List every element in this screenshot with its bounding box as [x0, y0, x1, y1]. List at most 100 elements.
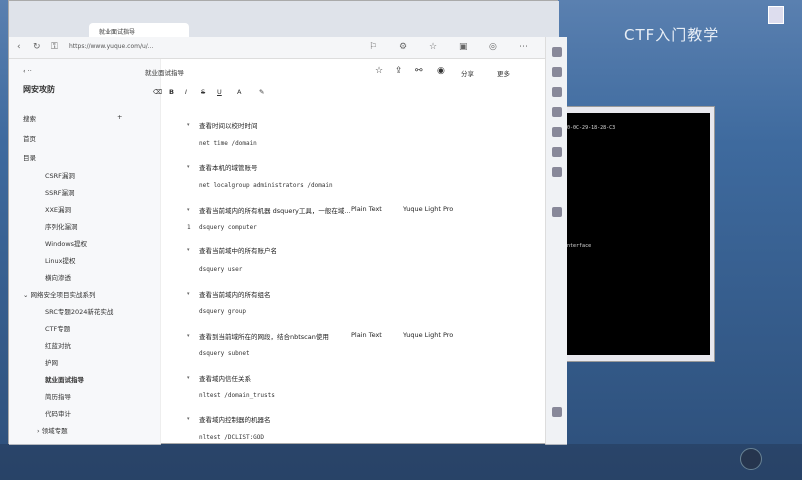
collapse-icon[interactable]: ▾	[187, 207, 190, 213]
sidebar-item[interactable]: Windows提权	[45, 238, 87, 248]
code-block[interactable]: nltest /domain_trusts	[199, 392, 275, 399]
sidebar-item[interactable]: CSRF漏洞	[45, 170, 75, 180]
cmd-console: 00-0C-29-18-28-C3 Interface	[562, 113, 710, 355]
font-color-button[interactable]: A	[237, 88, 241, 96]
code-block[interactable]: nltest /DCLIST:GOD	[199, 434, 264, 441]
add-icon[interactable]	[552, 207, 562, 217]
desktop-file-icon[interactable]	[768, 6, 784, 24]
extension-icon[interactable]: ⚙	[399, 42, 407, 52]
collapse-icon[interactable]: ▾	[187, 333, 190, 339]
theme-select[interactable]: Yuque Light Pro	[403, 205, 453, 213]
back-icon[interactable]: ‹	[17, 42, 21, 52]
sidebar-item-dir[interactable]: 目录	[23, 152, 36, 162]
code-block[interactable]: dsquery group	[199, 308, 246, 315]
collapse-icon[interactable]: ▾	[187, 291, 190, 297]
translate-icon[interactable]: ⚐	[369, 42, 377, 52]
section-heading: 查看本机的域管账号	[199, 164, 258, 172]
collapse-icon[interactable]: ▾	[187, 416, 190, 422]
code-block[interactable]: dsquery computer	[199, 224, 257, 231]
sidebar-item[interactable]: 横向渗透	[45, 272, 71, 282]
sidebar-item[interactable]: Linux提权	[45, 255, 76, 265]
section-heading: 查看域内信任关系	[199, 375, 251, 383]
section-heading: 查看当前域中的所有账户名	[199, 247, 277, 255]
more-button[interactable]: 更多	[497, 68, 510, 78]
url-input[interactable]: https://www.yuque.com/u/...	[69, 43, 349, 55]
outlook-icon[interactable]	[552, 167, 562, 177]
code-block[interactable]: dsquery user	[199, 266, 242, 273]
sidebar-item[interactable]: XXE漏洞	[45, 204, 71, 214]
cmd-window[interactable]: 00-0C-29-18-28-C3 Interface	[555, 106, 715, 362]
office-icon[interactable]	[552, 147, 562, 157]
undo-icon[interactable]: ⌫	[153, 88, 162, 96]
sidebar-group[interactable]: ⌄ 网络安全项目实战系列	[23, 289, 96, 299]
code-block[interactable]: net time /domain	[199, 140, 257, 147]
line-number: 1	[187, 224, 191, 231]
browser-window: 就业面试指导 ‹ ↻ ⚿ https://www.yuque.com/u/...…	[8, 0, 567, 445]
lang-select[interactable]: Plain Text	[351, 331, 382, 339]
sidebar-item-label: 领域专题	[41, 427, 68, 435]
back-icon[interactable]: ‹ ··	[23, 67, 32, 75]
share-icon[interactable]: ⇪	[395, 66, 403, 76]
theme-select[interactable]: Yuque Light Pro	[403, 331, 453, 339]
breadcrumb[interactable]: 就业面试指导	[145, 67, 184, 77]
collapse-icon[interactable]: ▾	[187, 375, 190, 381]
copilot-icon[interactable]	[552, 47, 562, 57]
search-icon[interactable]	[552, 67, 562, 77]
sidebar-item[interactable]: CTF专题	[45, 323, 70, 333]
tab-title: 就业面试指导	[99, 29, 136, 36]
code-block[interactable]: net localgroup administrators /domain	[199, 182, 333, 189]
editor-toolbar: ⌫ B I S U A ✎	[153, 81, 559, 101]
briefcase-icon[interactable]	[552, 107, 562, 117]
section-heading: 查看时间以校时时间	[199, 122, 258, 130]
section-heading: 查看当前域内的所有机器 dsquery工具，一般在域...	[199, 207, 351, 215]
collections-icon[interactable]: ▣	[459, 42, 468, 52]
sidebar-item[interactable]: 序列化漏洞	[45, 221, 78, 231]
taskbar	[0, 444, 802, 480]
workspace-title[interactable]: 网安攻防	[23, 84, 55, 95]
favorite-icon[interactable]: ☆	[429, 42, 437, 52]
user-icon[interactable]: ◉	[437, 66, 445, 76]
sidebar-item-active[interactable]: 就业面试指导	[45, 374, 84, 384]
address-bar: ‹ ↻ ⚿ https://www.yuque.com/u/... ⚐ ⚙ ☆ …	[9, 37, 559, 59]
sidebar-item[interactable]: 简历指导	[45, 391, 71, 401]
sidebar-group-label: 网络安全项目实战系列	[30, 291, 96, 299]
sidebar-item[interactable]: 护网	[45, 357, 58, 367]
menu-icon[interactable]: ⋯	[519, 42, 528, 52]
underline-button[interactable]: U	[217, 88, 222, 96]
doc-content[interactable]: ▾ 查看时间以校时时间 net time /domain ▾ 查看本机的域管账号…	[161, 101, 551, 445]
collapse-icon[interactable]: ▾	[187, 247, 190, 253]
tab-active[interactable]: 就业面试指导	[89, 23, 189, 37]
add-icon[interactable]: +	[117, 113, 122, 121]
sidebar-item-home[interactable]: 首页	[23, 133, 36, 143]
search-input[interactable]: 搜索	[23, 113, 36, 123]
profile-icon[interactable]: ◎	[489, 42, 497, 52]
edge-sidebar	[545, 37, 567, 445]
sidebar-item[interactable]: › 领域专题	[37, 425, 68, 435]
sidebar-item[interactable]: SRC专题2024新花实战	[45, 306, 113, 316]
collapse-icon[interactable]: ▾	[187, 164, 190, 170]
highlight-icon[interactable]: ✎	[259, 88, 264, 96]
section-heading: 查看域内控制器的机器名	[199, 416, 271, 424]
strike-button[interactable]: S	[201, 88, 205, 96]
game-icon[interactable]	[552, 127, 562, 137]
doc-header: 就业面试指导 ☆ ⇪ ⚯ ◉ 分享 更多	[145, 59, 559, 81]
share-button[interactable]: 分享	[461, 68, 474, 78]
lang-select[interactable]: Plain Text	[351, 205, 382, 213]
cmd-mac-line: 00-0C-29-18-28-C3	[564, 125, 616, 131]
refresh-icon[interactable]: ↻	[33, 42, 41, 52]
link-icon[interactable]: ⚯	[415, 66, 423, 76]
collapse-icon[interactable]: ▾	[187, 122, 190, 128]
tag-icon[interactable]	[552, 87, 562, 97]
sidebar-item[interactable]: 红蓝对抗	[45, 340, 71, 350]
bold-button[interactable]: B	[169, 88, 174, 96]
settings-icon[interactable]	[552, 407, 562, 417]
star-icon[interactable]: ☆	[375, 66, 383, 76]
sidebar: ‹ ·· 网安攻防 搜索 + 首页 目录 CSRF漏洞 SSRF漏洞 XXE漏洞…	[9, 59, 161, 445]
section-heading: 查看到当前域所在的网段，结合nbtscan使用	[199, 333, 329, 341]
tab-bar: 就业面试指导	[9, 1, 559, 37]
sidebar-item[interactable]: 代码审计	[45, 408, 71, 418]
sidebar-item[interactable]: SSRF漏洞	[45, 187, 75, 197]
lock-icon: ⚿	[51, 42, 58, 52]
italic-button[interactable]: I	[185, 88, 187, 96]
code-block[interactable]: dsquery subnet	[199, 350, 250, 357]
